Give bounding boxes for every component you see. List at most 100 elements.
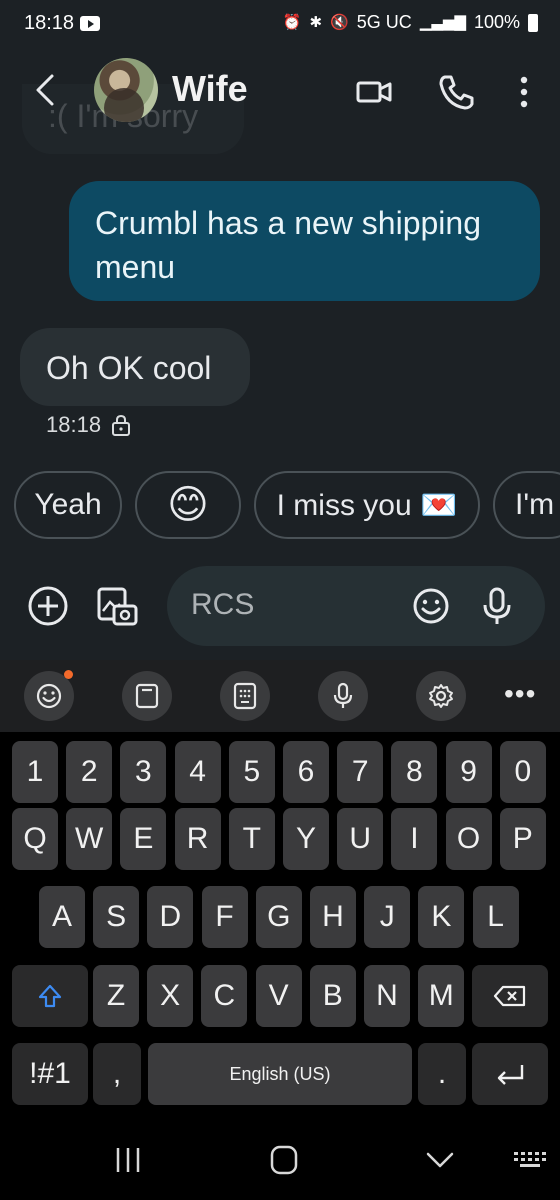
key-label: S	[106, 900, 127, 933]
key-j[interactable]: J	[364, 886, 411, 948]
smart-reply-chip[interactable]: I'm	[493, 471, 560, 539]
navigation-bar	[0, 1120, 560, 1200]
key-label: 3	[135, 755, 152, 788]
key-p[interactable]: P	[499, 808, 546, 870]
key-q[interactable]: Q	[12, 808, 58, 870]
key-r[interactable]: R	[174, 808, 221, 870]
key-3[interactable]: 3	[120, 741, 167, 803]
key-g[interactable]: G	[255, 886, 302, 948]
key-k[interactable]: K	[418, 886, 465, 948]
video-call-icon[interactable]	[354, 72, 394, 112]
key-label: K	[431, 900, 452, 933]
key-h[interactable]: H	[310, 886, 356, 948]
key-label: O	[456, 822, 481, 855]
key-z[interactable]: Z	[93, 965, 139, 1027]
emoji-icon[interactable]	[411, 586, 451, 626]
shift-key[interactable]	[12, 965, 88, 1027]
key-label: D	[159, 900, 182, 933]
key-label: 2	[80, 755, 98, 788]
microphone-icon[interactable]	[479, 586, 515, 626]
key-label: Z	[106, 979, 126, 1012]
key-label: B	[322, 979, 343, 1012]
key-6[interactable]: 6	[283, 741, 329, 803]
key-f[interactable]: F	[201, 886, 248, 948]
key-w[interactable]: W	[66, 808, 113, 870]
home-icon[interactable]	[264, 1142, 304, 1178]
recent-apps-icon[interactable]	[108, 1142, 148, 1178]
key-9[interactable]: 9	[445, 741, 492, 803]
mute-icon: 🔇	[330, 14, 349, 31]
gallery-camera-icon[interactable]	[96, 584, 140, 628]
key-e[interactable]: E	[120, 808, 167, 870]
key-1[interactable]: 1	[12, 741, 58, 803]
key-label: U	[349, 822, 372, 855]
key-label: Q	[23, 822, 47, 855]
add-attachment-icon[interactable]	[26, 584, 70, 628]
smiley-icon	[36, 683, 62, 709]
key-label: .	[437, 1057, 447, 1090]
backspace-key[interactable]	[472, 965, 548, 1027]
key-b[interactable]: B	[309, 965, 356, 1027]
smart-reply-chip[interactable]: Yeah	[14, 471, 122, 539]
timestamp-text: 18:18	[46, 412, 102, 437]
key-y[interactable]: Y	[283, 808, 329, 870]
status-bar: 18:18 ⏰ ✱ 🔇 5G UC ▁▃▅▇ 100%	[0, 0, 560, 48]
key-l[interactable]: L	[472, 886, 519, 948]
keyboard-switch-icon[interactable]	[510, 1142, 550, 1178]
key-label: V	[268, 979, 289, 1012]
shift-icon	[38, 984, 62, 1008]
key-label: 1	[26, 755, 44, 788]
smart-reply-label: Yeah	[34, 488, 102, 521]
key-label: W	[75, 822, 104, 855]
enter-key[interactable]	[472, 1043, 548, 1105]
smart-reply-emoji-chip[interactable]: 😊	[135, 471, 241, 539]
key-i[interactable]: I	[391, 808, 438, 870]
keyboard-voice-button[interactable]	[318, 671, 368, 721]
key-7[interactable]: 7	[337, 741, 384, 803]
key-2[interactable]: 2	[66, 741, 113, 803]
more-horizontal-icon[interactable]: •••	[504, 678, 536, 710]
status-icons: ⏰ ✱ 🔇 5G UC ▁▃▅▇ 100%	[283, 12, 538, 33]
key-x[interactable]: X	[147, 965, 194, 1027]
key-a[interactable]: A	[39, 886, 85, 948]
space-key[interactable]: English (US)	[148, 1043, 412, 1105]
back-arrow-icon[interactable]	[28, 70, 64, 110]
key-u[interactable]: U	[337, 808, 384, 870]
key-label: 4	[189, 755, 206, 788]
key-label: 0	[514, 755, 532, 788]
key-o[interactable]: O	[445, 808, 492, 870]
key-label: H	[322, 900, 344, 933]
youtube-notification-icon	[80, 16, 100, 31]
key-5[interactable]: 5	[228, 741, 275, 803]
message-input[interactable]: RCS	[167, 566, 545, 646]
key-d[interactable]: D	[147, 886, 194, 948]
incoming-message-bubble[interactable]: Oh OK cool	[20, 328, 250, 406]
key-0[interactable]: 0	[499, 741, 546, 803]
keyboard-settings-button[interactable]	[416, 671, 466, 721]
key-v[interactable]: V	[255, 965, 302, 1027]
key-n[interactable]: N	[364, 965, 410, 1027]
hide-keyboard-icon[interactable]	[420, 1142, 460, 1178]
contact-name[interactable]: Wife	[172, 68, 248, 110]
key-t[interactable]: T	[228, 808, 275, 870]
key-m[interactable]: M	[418, 965, 465, 1027]
key-label: 5	[243, 755, 261, 788]
smart-reply-chip[interactable]: I miss you 💌	[254, 471, 480, 539]
symbols-key[interactable]: !#1	[12, 1043, 88, 1105]
comma-key[interactable]: ,	[93, 1043, 141, 1105]
period-key[interactable]: .	[418, 1043, 466, 1105]
key-s[interactable]: S	[93, 886, 140, 948]
key-8[interactable]: 8	[391, 741, 438, 803]
key-4[interactable]: 4	[174, 741, 221, 803]
clipboard-icon	[135, 683, 159, 709]
microphone-icon	[333, 682, 353, 708]
keyboard-clipboard-button[interactable]	[122, 671, 172, 721]
phone-call-icon[interactable]	[436, 72, 476, 112]
key-c[interactable]: C	[201, 965, 248, 1027]
keyboard-layout-button[interactable]	[220, 671, 270, 721]
contact-avatar[interactable]	[94, 58, 158, 122]
outgoing-message-bubble[interactable]: Crumbl has a new shipping menu	[69, 181, 540, 301]
more-options-icon[interactable]	[504, 72, 544, 112]
battery-percent: 100%	[473, 12, 520, 32]
keypad-icon	[233, 682, 257, 710]
